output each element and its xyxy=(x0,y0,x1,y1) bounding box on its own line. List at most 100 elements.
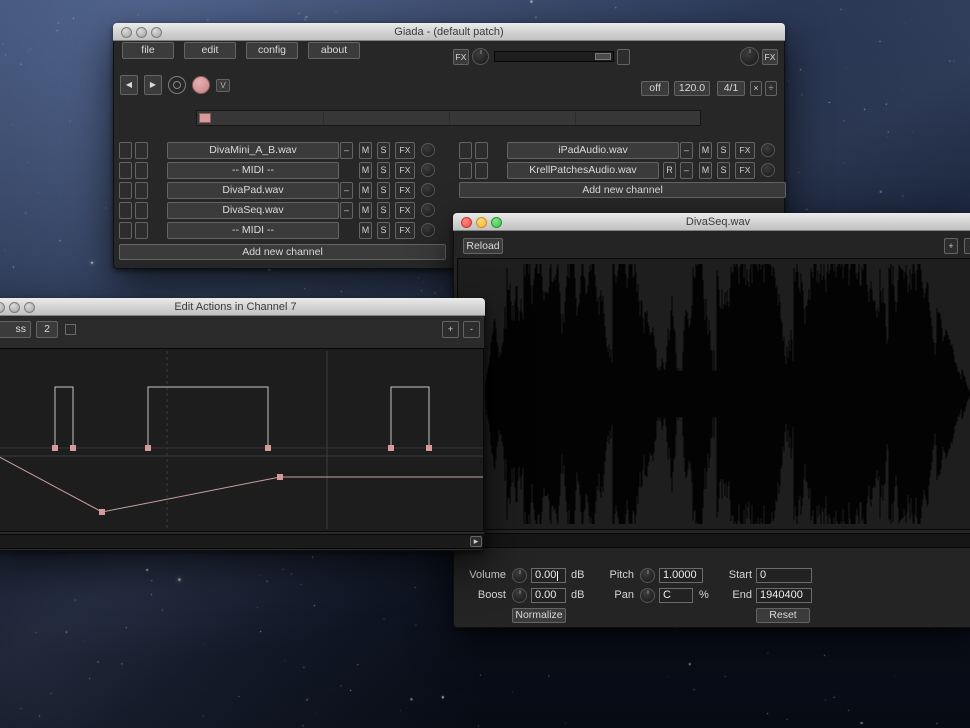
end-input[interactable]: 1940400 xyxy=(756,588,812,603)
volume-knob[interactable] xyxy=(512,568,527,583)
rewind-button[interactable]: ◀ xyxy=(120,75,138,95)
beat-divide-button[interactable]: ÷ xyxy=(765,81,777,96)
action-handle[interactable] xyxy=(145,445,151,451)
normalize-button[interactable]: Normalize xyxy=(512,608,566,623)
close-button[interactable] xyxy=(121,27,132,38)
channel-status-button[interactable] xyxy=(119,142,132,159)
channel-status-button[interactable] xyxy=(459,162,472,179)
metronome-button[interactable]: V xyxy=(216,79,230,92)
channel-mute-button[interactable]: M xyxy=(359,202,372,219)
action-titlebar[interactable]: Edit Actions in Channel 7 xyxy=(0,298,485,316)
channel-solo-button[interactable]: S xyxy=(377,142,390,159)
bpm-button[interactable]: 120.0 xyxy=(674,81,710,96)
channel-status-button[interactable] xyxy=(459,142,472,159)
channel-solo-button[interactable]: S xyxy=(717,142,730,159)
zoom-button[interactable] xyxy=(151,27,162,38)
channel-solo-button[interactable]: S xyxy=(377,162,390,179)
add-channel-left-button[interactable]: Add new channel xyxy=(119,244,446,260)
channel-fx-button[interactable]: FX xyxy=(395,222,415,239)
start-input[interactable]: 0 xyxy=(756,568,812,583)
pan-knob[interactable] xyxy=(640,588,655,603)
record-actions-button[interactable] xyxy=(168,76,186,94)
channel-volume-knob[interactable] xyxy=(761,163,775,177)
channel-status-button[interactable] xyxy=(119,182,132,199)
pan-input[interactable]: C xyxy=(659,588,693,603)
action-handle[interactable] xyxy=(388,445,394,451)
channel-volume-knob[interactable] xyxy=(421,143,435,157)
action-zoom-in-button[interactable]: + xyxy=(442,321,459,338)
channel-mute-button[interactable]: M xyxy=(699,162,712,179)
channel-solo-button[interactable]: S xyxy=(377,202,390,219)
main-titlebar[interactable]: Giada - (default patch) xyxy=(113,23,785,41)
grid-value-button[interactable]: 2 xyxy=(36,321,58,338)
master-fx-in-button[interactable]: FX xyxy=(453,49,469,65)
channel-status-button[interactable] xyxy=(119,202,132,219)
volume-input[interactable]: 0.00 xyxy=(531,568,566,583)
channel-extra-button[interactable]: – xyxy=(680,162,693,179)
channel-name-button[interactable]: KrellPatchesAudio.wav xyxy=(507,162,659,179)
boost-knob[interactable] xyxy=(512,588,527,603)
channel-volume-knob[interactable] xyxy=(421,163,435,177)
channel-name-button[interactable]: iPadAudio.wav xyxy=(507,142,679,159)
action-type-button[interactable]: ss xyxy=(0,321,31,338)
channel-mute-button[interactable]: M xyxy=(359,222,372,239)
play-button[interactable]: ▶ xyxy=(144,75,162,95)
channel-mute-button[interactable]: M xyxy=(359,142,372,159)
waveform-display[interactable] xyxy=(457,258,970,530)
envelope-handle[interactable] xyxy=(277,474,283,480)
action-zoom-out-button[interactable]: - xyxy=(463,321,480,338)
envelope-handle[interactable] xyxy=(99,509,105,515)
action-handle[interactable] xyxy=(426,445,432,451)
channel-status-button[interactable] xyxy=(119,162,132,179)
channel-mute-button[interactable]: M xyxy=(359,162,372,179)
channel-fx-button[interactable]: FX xyxy=(395,142,415,159)
channel-extra-button[interactable]: – xyxy=(340,142,353,159)
channel-extra-button[interactable]: – xyxy=(340,202,353,219)
channel-fx-button[interactable]: FX xyxy=(735,142,755,159)
channel-name-button[interactable]: DivaMini_A_B.wav xyxy=(167,142,339,159)
channel-name-button[interactable]: DivaPad.wav xyxy=(167,182,339,199)
scroll-right-button[interactable]: ▸ xyxy=(470,536,482,547)
minimize-button[interactable] xyxy=(136,27,147,38)
beat-multiply-button[interactable]: × xyxy=(750,81,762,96)
channel-solo-button[interactable]: S xyxy=(377,222,390,239)
beat-sequencer-strip[interactable] xyxy=(196,110,701,126)
add-channel-right-button[interactable]: Add new channel xyxy=(459,182,786,198)
channel-volume-knob[interactable] xyxy=(421,203,435,217)
channel-fx-button[interactable]: FX xyxy=(395,182,415,199)
channel-arm-button[interactable] xyxy=(475,142,488,159)
boost-input[interactable]: 0.00 xyxy=(531,588,566,603)
channel-volume-knob[interactable] xyxy=(761,143,775,157)
waveform-scrollbar[interactable] xyxy=(457,533,970,548)
channel-volume-knob[interactable] xyxy=(421,223,435,237)
channel-mute-button[interactable]: M xyxy=(699,142,712,159)
minimize-button[interactable] xyxy=(476,217,487,228)
channel-arm-button[interactable] xyxy=(135,202,148,219)
minimize-button[interactable] xyxy=(9,302,20,313)
channel-name-button[interactable]: DivaSeq.wav xyxy=(167,202,339,219)
pitch-input[interactable]: 1.0000 xyxy=(659,568,703,583)
channel-arm-button[interactable] xyxy=(135,182,148,199)
close-button[interactable] xyxy=(0,302,5,313)
quantize-button[interactable]: off xyxy=(641,81,669,96)
record-input-button[interactable] xyxy=(192,76,210,94)
channel-fx-button[interactable]: FX xyxy=(395,202,415,219)
master-out-volume-slider[interactable] xyxy=(494,51,614,62)
channel-fx-button[interactable]: FX xyxy=(395,162,415,179)
channel-status-button[interactable] xyxy=(119,222,132,239)
channel-extra-button[interactable]: – xyxy=(680,142,693,159)
channel-read-actions-button[interactable]: R xyxy=(663,162,676,179)
menu-config-button[interactable]: config xyxy=(246,42,298,59)
menu-edit-button[interactable]: edit xyxy=(184,42,236,59)
channel-extra-button[interactable]: – xyxy=(340,182,353,199)
zoom-button[interactable] xyxy=(24,302,35,313)
reset-button[interactable]: Reset xyxy=(756,608,810,623)
action-grid[interactable]: o xyxy=(0,348,484,532)
channel-mute-button[interactable]: M xyxy=(359,182,372,199)
sample-titlebar[interactable]: DivaSeq.wav xyxy=(453,213,970,231)
menu-about-button[interactable]: about xyxy=(308,42,360,59)
pitch-knob[interactable] xyxy=(640,568,655,583)
channel-volume-knob[interactable] xyxy=(421,183,435,197)
menu-file-button[interactable]: file xyxy=(122,42,174,59)
channel-arm-button[interactable] xyxy=(135,222,148,239)
